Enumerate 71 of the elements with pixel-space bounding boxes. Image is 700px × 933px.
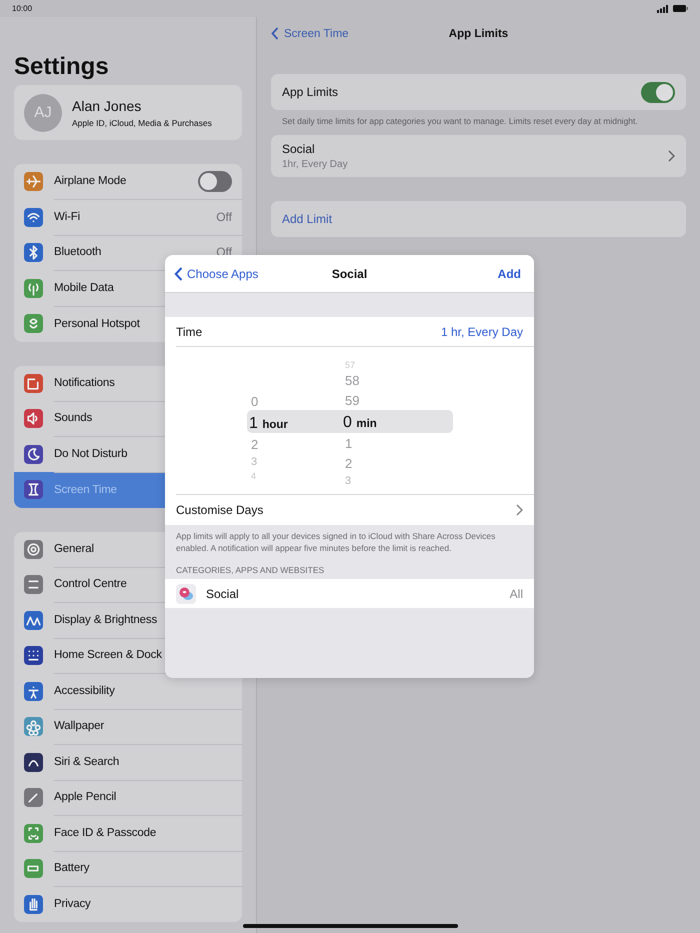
page-title: App Limits bbox=[448, 26, 508, 40]
time-label: Time bbox=[176, 324, 202, 338]
item-label: Personal Hotspot bbox=[54, 318, 140, 330]
limit-row[interactable]: Social 1hr, Every Day bbox=[271, 135, 686, 177]
picker-hour: 2 bbox=[250, 436, 258, 454]
picker-minute: 3 bbox=[344, 474, 352, 489]
footer-text: App limits will apply to all your devices signed in to iCloud with Share Across Devices enabled. A notification will appear five minutes before the limit is reached. bbox=[176, 531, 496, 554]
signal-icon bbox=[657, 4, 669, 12]
item-label: Home Screen & Dock bbox=[54, 649, 162, 662]
item-label: Mobile Data bbox=[54, 282, 114, 294]
settings-item[interactable]: Wi-Fi Off bbox=[14, 200, 242, 235]
battery-status-icon bbox=[673, 5, 688, 12]
sheet-title: Social bbox=[332, 266, 368, 280]
settings-item[interactable]: Airplane Mode bbox=[14, 164, 242, 200]
picker-hour: 3 bbox=[250, 455, 258, 470]
item-label: Sounds bbox=[54, 412, 92, 424]
airplane-toggle[interactable] bbox=[198, 170, 232, 192]
settings-item[interactable]: Siri & Search bbox=[14, 744, 242, 780]
item-label: Control Centre bbox=[54, 578, 127, 590]
item-label: Bluetooth bbox=[54, 246, 102, 258]
chevron-left-icon bbox=[271, 27, 279, 40]
status-time: 10:00 bbox=[12, 4, 32, 13]
choose-apps-button[interactable]: Choose Apps bbox=[174, 266, 258, 280]
speech-bubble-icon bbox=[176, 584, 196, 604]
chevron-right-icon bbox=[516, 504, 523, 516]
app-limits-toggle[interactable] bbox=[641, 82, 675, 102]
picker-minute: 2 bbox=[344, 455, 352, 473]
app-label: Social bbox=[206, 586, 240, 600]
settings-item[interactable]: Privacy bbox=[14, 886, 242, 922]
chevron-left-icon bbox=[174, 266, 183, 280]
section-header: CATEGORIES, APPS AND WEBSITES bbox=[176, 565, 326, 575]
limit-subtitle: 1hr, Every Day bbox=[282, 159, 348, 170]
picker-hour: 1 hour bbox=[249, 414, 288, 434]
app-row[interactable]: Social All bbox=[165, 579, 534, 608]
row-label: App Limits bbox=[282, 85, 338, 99]
picker-minute: 59 bbox=[344, 392, 360, 410]
picker-minute: 58 bbox=[344, 372, 360, 390]
item-value: Off bbox=[216, 210, 232, 224]
item-label: Screen Time bbox=[54, 484, 117, 496]
item-label: Do Not Disturb bbox=[54, 448, 128, 460]
add-button[interactable]: Add bbox=[498, 266, 521, 280]
settings-title: Settings bbox=[14, 53, 110, 81]
settings-item[interactable]: Battery bbox=[14, 851, 242, 886]
limit-title: Social bbox=[282, 142, 316, 156]
picker-hour: 0 bbox=[250, 393, 258, 411]
settings-item[interactable]: Wallpaper bbox=[14, 709, 242, 744]
item-label: Wi-Fi bbox=[54, 210, 80, 223]
item-label: Privacy bbox=[54, 898, 91, 910]
item-label: Accessibility bbox=[54, 684, 115, 697]
settings-item[interactable]: Face ID & Passcode bbox=[14, 816, 242, 851]
add-limit-button[interactable]: Add Limit bbox=[271, 201, 686, 237]
item-label: General bbox=[54, 542, 94, 555]
avatar: AJ bbox=[24, 94, 62, 132]
profile-card[interactable]: AJ Alan Jones Apple ID, iCloud, Media & Purchases bbox=[14, 85, 242, 140]
item-label: Apple Pencil bbox=[54, 791, 116, 804]
app-value: All bbox=[510, 586, 523, 600]
item-label: Siri & Search bbox=[54, 756, 120, 768]
picker-minute: 1 bbox=[344, 435, 352, 453]
item-label: Display & Brightness bbox=[54, 614, 158, 626]
picker-minute: 0 min bbox=[343, 413, 377, 433]
time-value: 1 hr, Every Day bbox=[440, 324, 523, 338]
item-label: Battery bbox=[54, 862, 90, 874]
item-label: Notifications bbox=[54, 376, 115, 389]
description-text: Set daily time limits for app categories you want to manage. Limits reset every day at midnight. bbox=[282, 115, 639, 127]
settings-item[interactable]: Apple Pencil bbox=[14, 780, 242, 816]
item-label: Wallpaper bbox=[54, 720, 104, 732]
profile-name: Alan Jones bbox=[72, 98, 142, 114]
chevron-right-icon bbox=[668, 150, 675, 162]
item-label: Face ID & Passcode bbox=[54, 826, 156, 839]
item-label: Airplane Mode bbox=[54, 175, 126, 188]
profile-subtitle: Apple ID, iCloud, Media & Purchases bbox=[72, 118, 212, 128]
